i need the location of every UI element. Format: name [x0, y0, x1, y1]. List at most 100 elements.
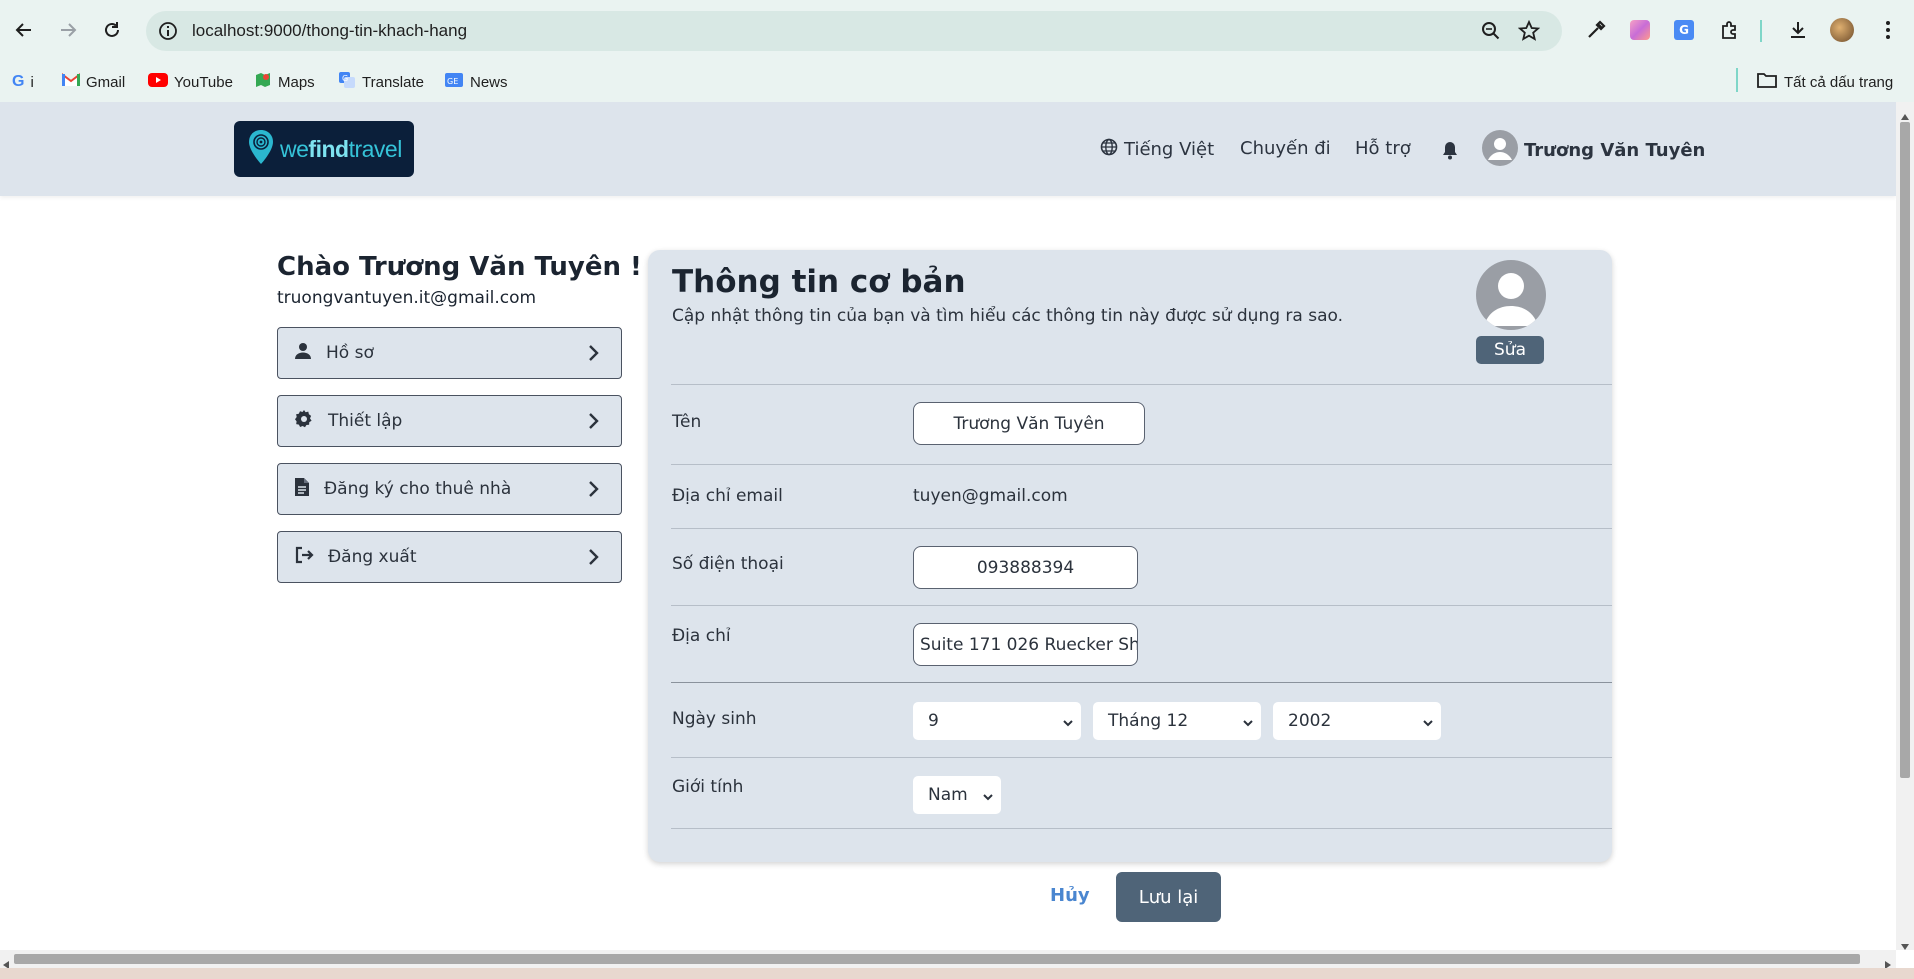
phone-input[interactable]: 093888394: [913, 546, 1138, 589]
name-input[interactable]: Trương Văn Tuyên: [913, 402, 1145, 445]
extensions-puzzle-icon[interactable]: [1716, 16, 1744, 44]
chevron-right-icon: [587, 412, 599, 435]
email-value: tuyen@gmail.com: [913, 486, 1068, 506]
language-label: Tiếng Việt: [1124, 139, 1215, 160]
dob-year-select[interactable]: 2002: [1273, 702, 1441, 740]
sidebar-item-profile[interactable]: Hồ sơ: [277, 327, 622, 379]
profile-avatar-icon[interactable]: [1828, 16, 1856, 44]
chevron-down-icon: [1242, 714, 1254, 734]
address-input[interactable]: Suite 171 026 Ruecker Sho: [913, 623, 1138, 666]
bookmark-label: Maps: [278, 73, 315, 91]
divider: [671, 605, 1612, 606]
edit-avatar-button[interactable]: Sửa: [1476, 336, 1544, 364]
site-logo[interactable]: wefindtravel: [234, 121, 414, 177]
language-switcher[interactable]: Tiếng Việt: [1100, 138, 1214, 161]
greeting-email: truongvantuyen.it@gmail.com: [277, 288, 537, 308]
bookmark-translate[interactable]: G Translate: [338, 70, 424, 94]
bookmark-news[interactable]: GE News: [444, 70, 508, 94]
chevron-down-icon: [1062, 714, 1074, 734]
logout-icon: [294, 545, 314, 570]
fingerprint-pin-icon: [246, 128, 276, 170]
bookmark-star-icon[interactable]: [1517, 19, 1541, 46]
news-icon: GE: [444, 71, 464, 93]
sidebar-item-label: Thiết lập: [328, 411, 403, 431]
bookmark-maps[interactable]: Maps: [254, 70, 315, 94]
address-bar[interactable]: localhost:9000/thong-tin-khach-hang: [146, 11, 1562, 51]
gradient-extension-icon[interactable]: [1626, 16, 1654, 44]
toolbar-divider: [1760, 20, 1762, 42]
user-avatar-icon: [1482, 130, 1518, 171]
user-menu[interactable]: Trương Văn Tuyên: [1482, 130, 1705, 171]
bookmarks-divider: [1736, 68, 1738, 92]
dob-label: Ngày sinh: [672, 709, 757, 729]
address-label: Địa chỉ: [672, 626, 731, 646]
sidebar-item-host-registration[interactable]: Đăng ký cho thuê nhà: [277, 463, 622, 515]
sidebar-item-settings[interactable]: Thiết lập: [277, 395, 622, 447]
reload-icon[interactable]: [96, 14, 128, 46]
nav-trips-link[interactable]: Chuyến đi: [1240, 138, 1331, 159]
translate-icon: G: [338, 71, 356, 93]
cancel-button[interactable]: Hủy: [1050, 885, 1090, 906]
google-translate-extension-icon[interactable]: G: [1670, 16, 1698, 44]
zoom-icon[interactable]: [1480, 20, 1502, 46]
dob-day-value: 9: [928, 711, 939, 731]
svg-text:GE: GE: [447, 77, 458, 86]
name-label: Tên: [672, 412, 702, 432]
download-icon[interactable]: [1784, 16, 1812, 44]
site-header: wefindtravel Tiếng Việt Chuyến đi Hỗ trợ…: [0, 102, 1896, 196]
profile-card: Thông tin cơ bản Cập nhật thông tin của …: [648, 250, 1612, 862]
bookmark-google[interactable]: G i: [12, 70, 34, 94]
bookmark-label: Gmail: [86, 73, 126, 91]
gender-label: Giới tính: [672, 777, 744, 797]
phone-label: Số điện thoại: [672, 554, 784, 574]
sidebar-item-label: Đăng xuất: [328, 547, 417, 567]
horizontal-scrollbar[interactable]: [0, 950, 1896, 969]
page-viewport: wefindtravel Tiếng Việt Chuyến đi Hỗ trợ…: [0, 102, 1896, 950]
globe-icon: [1100, 138, 1118, 161]
bookmark-gmail[interactable]: Gmail: [62, 70, 125, 94]
window-bottom-edge: [0, 968, 1914, 979]
dob-day-select[interactable]: 9: [913, 702, 1081, 740]
all-bookmarks-label: Tất cả dấu trang: [1784, 73, 1894, 91]
chevron-right-icon: [587, 344, 599, 367]
sidebar-item-label: Đăng ký cho thuê nhà: [324, 479, 512, 499]
all-bookmarks-folder[interactable]: Tất cả dấu trang: [1756, 70, 1893, 94]
folder-icon: [1756, 71, 1778, 93]
user-name: Trương Văn Tuyên: [1524, 140, 1706, 161]
card-title: Thông tin cơ bản: [672, 264, 966, 300]
eyedropper-extension-icon[interactable]: [1582, 16, 1610, 44]
chevron-right-icon: [587, 548, 599, 571]
bell-icon[interactable]: [1441, 140, 1459, 160]
divider: [671, 682, 1612, 683]
divider: [671, 828, 1612, 829]
gender-value: Nam: [928, 785, 968, 805]
svg-text:G: G: [342, 74, 348, 83]
gear-icon: [294, 409, 314, 434]
back-icon[interactable]: [8, 14, 40, 46]
vertical-scrollbar-thumb[interactable]: [1900, 122, 1910, 778]
chevron-right-icon: [587, 480, 599, 503]
divider: [671, 464, 1612, 465]
sidebar-item-logout[interactable]: Đăng xuất: [277, 531, 622, 583]
vertical-scrollbar[interactable]: [1896, 102, 1914, 950]
scroll-down-arrow-icon[interactable]: [1900, 936, 1910, 955]
bookmark-label: Translate: [362, 73, 424, 91]
save-button[interactable]: Lưu lại: [1116, 872, 1221, 922]
document-icon: [294, 477, 310, 502]
bookmark-label: News: [470, 73, 508, 91]
maps-icon: [254, 71, 272, 93]
divider: [671, 757, 1612, 758]
dob-month-select[interactable]: Tháng 12: [1093, 702, 1261, 740]
horizontal-scrollbar-thumb[interactable]: [14, 954, 1860, 964]
gender-select[interactable]: Nam: [913, 776, 1001, 814]
bookmark-youtube[interactable]: YouTube: [148, 70, 233, 94]
bookmark-label: YouTube: [174, 73, 233, 91]
sidebar-item-label: Hồ sơ: [326, 343, 374, 363]
chevron-down-icon: [1422, 714, 1434, 734]
forward-icon[interactable]: [52, 14, 84, 46]
divider: [671, 528, 1612, 529]
youtube-icon: [148, 73, 168, 91]
site-info-icon[interactable]: [158, 21, 178, 45]
nav-support-link[interactable]: Hỗ trợ: [1355, 138, 1411, 159]
browser-menu-icon[interactable]: [1874, 16, 1902, 44]
